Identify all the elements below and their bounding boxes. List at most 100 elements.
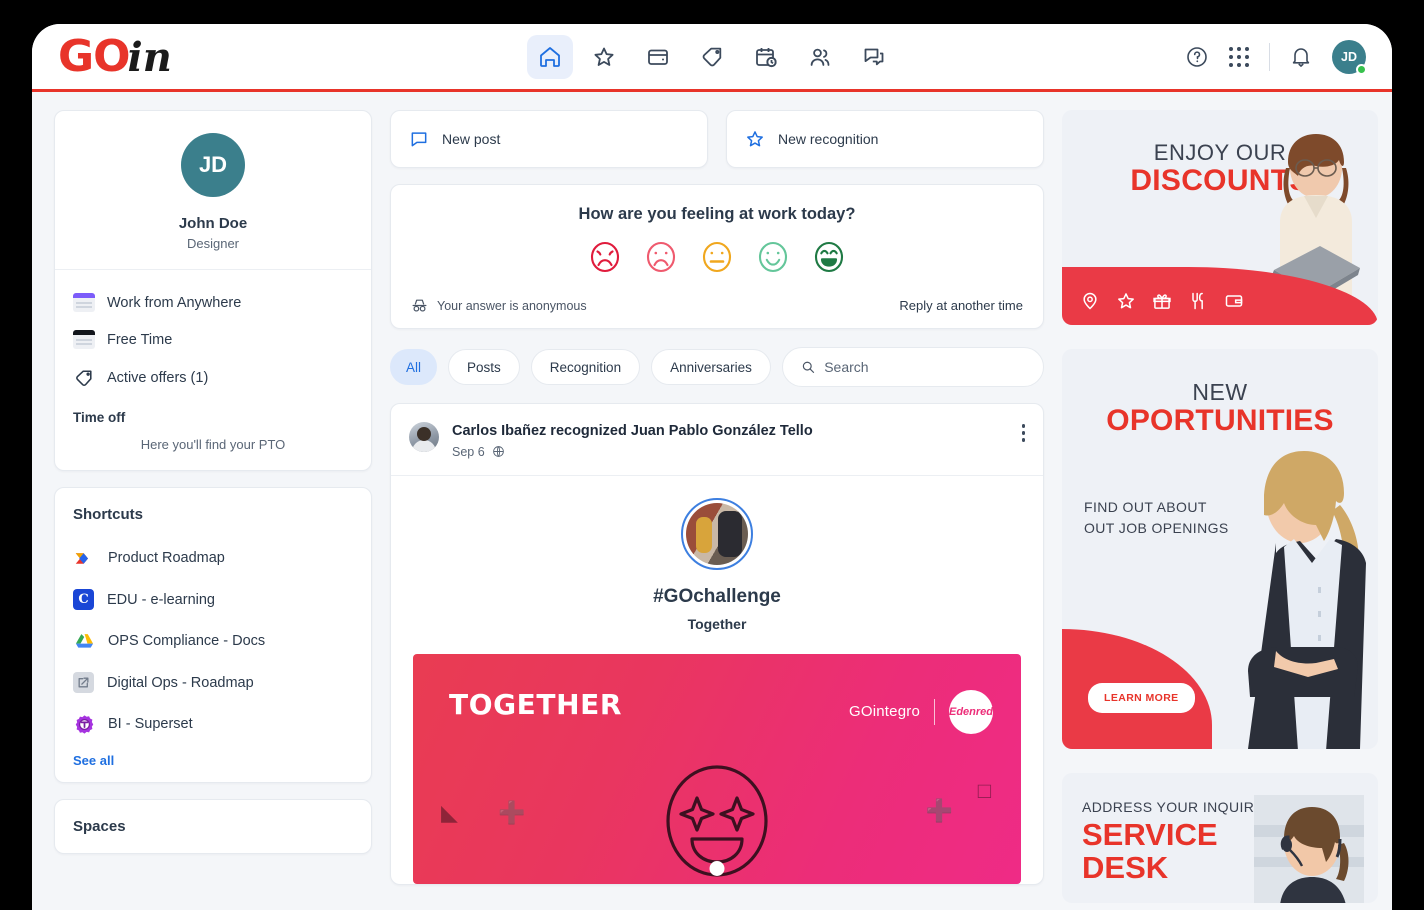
nav-home-button[interactable] [527, 35, 573, 79]
anonymous-note: Your answer is anonymous [411, 297, 587, 314]
service-desk-ad[interactable]: ADDRESS YOUR INQUIRIES SERVICE DESK [1062, 773, 1378, 903]
restaurant-icon [1188, 291, 1208, 311]
very-happy-face-icon [812, 240, 846, 274]
challenge-avatar-image [686, 503, 748, 565]
opportunities-ad-line1: NEW [1192, 379, 1247, 406]
nav-messages-button[interactable] [851, 35, 897, 79]
profile-item-label: Active offers (1) [107, 370, 208, 386]
shortcut-product-roadmap[interactable]: Product Roadmap [73, 537, 353, 579]
shortcut-label: Digital Ops - Roadmap [107, 675, 254, 691]
very-happy-face-button[interactable] [812, 240, 846, 279]
help-button[interactable] [1185, 45, 1209, 69]
globe-icon [492, 445, 505, 458]
neutral-face-icon [700, 240, 734, 274]
shortcuts-see-all-link[interactable]: See all [73, 753, 353, 768]
superset-gear-icon [73, 713, 95, 735]
post-body: #GOchallenge Together TOGETHER GOintegro… [391, 476, 1043, 884]
happy-face-button[interactable] [756, 240, 790, 279]
time-off-section: Time off Here you'll find your PTO [55, 402, 371, 470]
new-post-button[interactable]: New post [390, 110, 708, 168]
banner-brand-gointegro: GOintegro [849, 703, 920, 720]
profile-item-work-from-anywhere[interactable]: Work from Anywhere [73, 284, 353, 321]
very-sad-face-button[interactable] [588, 240, 622, 279]
feed-post-card: Carlos Ibañez recognized Juan Pablo Gonz… [390, 403, 1044, 885]
new-recognition-label: New recognition [778, 131, 878, 147]
new-post-label: New post [442, 131, 500, 147]
top-bar: GOin [32, 24, 1392, 92]
incognito-icon [411, 297, 428, 314]
online-status-dot [1356, 64, 1367, 75]
filter-pill-posts[interactable]: Posts [448, 349, 520, 385]
apps-grid-button[interactable] [1229, 47, 1249, 67]
profile-avatar[interactable]: JD [181, 133, 245, 197]
mood-question: How are you feeling at work today? [411, 205, 1023, 224]
shortcuts-card: Shortcuts Product Roadmap C EDU - e-lear… [54, 487, 372, 783]
profile-item-free-time[interactable]: Free Time [73, 321, 353, 358]
post-headline: Carlos Ibañez recognized Juan Pablo Gonz… [452, 422, 813, 441]
tag-icon [73, 367, 95, 389]
gift-icon [1152, 291, 1172, 311]
shortcut-digital-ops-roadmap[interactable]: Digital Ops - Roadmap [73, 662, 353, 703]
profile-item-label: Work from Anywhere [107, 295, 241, 311]
neutral-face-button[interactable] [700, 240, 734, 279]
user-avatar[interactable]: JD [1332, 40, 1366, 74]
star-icon [592, 45, 616, 69]
service-desk-ad-word1: SERVICE [1082, 817, 1218, 852]
main-feed-column: New post New recognition How are you fee… [390, 110, 1044, 910]
grid-apps-icon [1229, 47, 1233, 51]
banner-brand-divider [934, 699, 935, 725]
app-logo[interactable]: GOin [58, 31, 172, 82]
external-link-icon [73, 672, 94, 693]
post-meta: Sep 6 [452, 445, 813, 459]
opportunities-ad-line3b: OUT JOB OPENINGS [1084, 520, 1229, 536]
post-date: Sep 6 [452, 445, 485, 459]
nav-people-button[interactable] [797, 35, 843, 79]
mood-face-options [411, 240, 1023, 279]
shortcut-label: Product Roadmap [108, 550, 225, 566]
shortcut-edu-elearning[interactable]: C EDU - e-learning [73, 579, 353, 620]
opportunities-ad-cta-button[interactable]: LEARN MORE [1088, 683, 1195, 713]
search-input[interactable] [824, 359, 1025, 375]
banner-carousel-dot[interactable] [710, 861, 725, 876]
right-sidebar: ENJOY OUR DISCOUNTS [1062, 110, 1378, 910]
nav-timeoff-button[interactable] [743, 35, 789, 79]
nav-wallet-button[interactable] [635, 35, 681, 79]
toolbar-divider [1269, 43, 1270, 71]
edu-c-icon: C [73, 589, 94, 610]
post-menu-button[interactable] [1020, 422, 1028, 444]
challenge-subtitle: Together [391, 616, 1043, 632]
profile-header: JD John Doe Designer [55, 111, 371, 270]
shortcut-bi-superset[interactable]: BI - Superset [73, 703, 353, 745]
shortcut-ops-compliance-docs[interactable]: OPS Compliance - Docs [73, 620, 353, 662]
search-icon [801, 359, 815, 375]
banner-title: TOGETHER [449, 688, 622, 721]
nav-recognition-button[interactable] [581, 35, 627, 79]
challenge-avatar[interactable] [681, 498, 753, 570]
chat-icon [862, 45, 886, 69]
post-header: Carlos Ibañez recognized Juan Pablo Gonz… [391, 404, 1043, 476]
shortcut-label: EDU - e-learning [107, 592, 215, 608]
calendar-clock-icon [754, 45, 778, 69]
filter-pill-recognition[interactable]: Recognition [531, 349, 640, 385]
post-banner-image[interactable]: TOGETHER GOintegro Edenred ◣ [413, 654, 1021, 884]
profile-item-active-offers[interactable]: Active offers (1) [73, 358, 353, 398]
sad-face-button[interactable] [644, 240, 678, 279]
google-drive-icon [73, 630, 95, 652]
banner-brand-edenred: Edenred [949, 690, 993, 734]
filter-pill-all[interactable]: All [390, 349, 437, 385]
wallet-icon [646, 45, 670, 69]
feed-filter-bar: All Posts Recognition Anniversaries [390, 347, 1044, 387]
nav-benefits-button[interactable] [689, 35, 735, 79]
reply-later-button[interactable]: Reply at another time [899, 298, 1023, 313]
new-recognition-button[interactable]: New recognition [726, 110, 1044, 168]
opportunities-ad[interactable]: NEW OPORTUNITIES FIND OUT ABOUT OUT JOB … [1062, 349, 1378, 749]
service-desk-ad-word2: DESK [1082, 850, 1168, 885]
post-author-avatar[interactable] [409, 422, 439, 452]
profile-card: JD John Doe Designer Work from Anywhere … [54, 110, 372, 471]
feed-search-box[interactable] [782, 347, 1044, 387]
filter-pill-anniversaries[interactable]: Anniversaries [651, 349, 771, 385]
profile-role: Designer [55, 236, 371, 251]
discounts-ad[interactable]: ENJOY OUR DISCOUNTS [1062, 110, 1378, 325]
notifications-button[interactable] [1290, 45, 1312, 69]
profile-name: John Doe [55, 215, 371, 232]
